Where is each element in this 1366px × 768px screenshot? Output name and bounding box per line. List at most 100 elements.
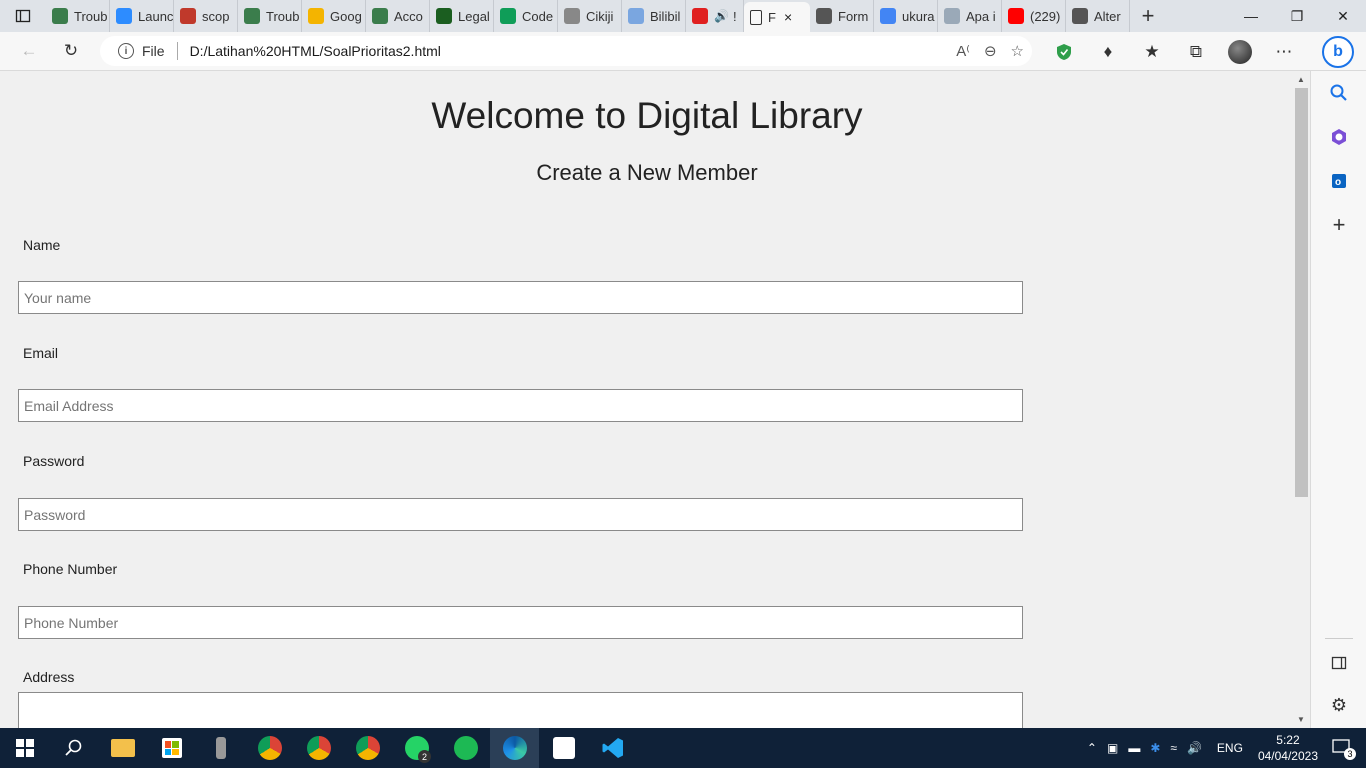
close-window-button[interactable]: ✕: [1320, 0, 1366, 32]
whatsapp-icon[interactable]: 2: [392, 728, 441, 768]
refresh-button[interactable]: ↻: [50, 33, 92, 69]
youtube-icon: [1008, 8, 1024, 24]
vscode-icon[interactable]: [588, 728, 637, 768]
url-divider: [176, 42, 178, 60]
email-input[interactable]: [18, 389, 1023, 422]
tv-icon: [628, 8, 644, 24]
edge-icon[interactable]: [490, 728, 539, 768]
tab-2[interactable]: scop: [174, 0, 238, 32]
chrome-profile-2-icon[interactable]: [343, 728, 392, 768]
page-icon: [816, 8, 832, 24]
show-hidden-icons-icon[interactable]: ⌃: [1087, 741, 1097, 755]
tab-1[interactable]: Launc: [110, 0, 174, 32]
profile-avatar[interactable]: [1218, 34, 1262, 70]
clock-time: 5:22: [1276, 733, 1300, 747]
tab-3[interactable]: Troub: [238, 0, 302, 32]
scrollbar-thumb[interactable]: [1295, 88, 1308, 497]
taskbar-search-icon[interactable]: [49, 728, 98, 768]
tab-7[interactable]: Code: [494, 0, 558, 32]
collections-icon[interactable]: ⧉: [1174, 34, 1218, 70]
tab-actions-button[interactable]: [0, 0, 46, 32]
password-input[interactable]: [18, 498, 1023, 531]
tab-after-1[interactable]: ukura: [874, 0, 938, 32]
tab-4[interactable]: Goog: [302, 0, 366, 32]
spotify-icon[interactable]: [441, 728, 490, 768]
tab-10[interactable]: 🔊!: [686, 0, 744, 32]
tab-label: !: [732, 8, 737, 24]
tab-label: Cikiji: [586, 8, 614, 24]
store-icon[interactable]: [147, 728, 196, 768]
name-label: Name: [23, 237, 61, 253]
tab-label: (229): [1030, 8, 1061, 24]
plus-icon: [500, 8, 516, 24]
tab-after-4[interactable]: Alter: [1066, 0, 1130, 32]
add-favorite-icon[interactable]: ☆: [1011, 42, 1024, 60]
tab-label: Troub: [74, 8, 108, 24]
search-icon[interactable]: [1311, 71, 1366, 115]
clock[interactable]: 5:22 04/04/2023: [1258, 732, 1318, 764]
scroll-down-icon[interactable]: ▼: [1297, 715, 1305, 724]
address-bar[interactable]: i File D:/Latihan%20HTML/SoalPrioritas2.…: [100, 36, 1032, 66]
phone-input[interactable]: [18, 606, 1023, 639]
favorites-icon[interactable]: ★: [1130, 34, 1174, 70]
read-aloud-icon[interactable]: A⁽: [956, 42, 970, 60]
outlook-icon[interactable]: o: [1311, 159, 1366, 203]
tab-8[interactable]: Cikiji: [558, 0, 622, 32]
zoom-out-icon[interactable]: ⊖: [984, 42, 997, 60]
chrome-icon[interactable]: [245, 728, 294, 768]
tab-5[interactable]: Acco: [366, 0, 430, 32]
notifications-button[interactable]: 3: [1332, 739, 1356, 760]
media-player-icon[interactable]: [196, 728, 245, 768]
notion-icon[interactable]: [539, 728, 588, 768]
tab-label: Acco: [394, 8, 423, 24]
tab-after-2[interactable]: Apa i: [938, 0, 1002, 32]
add-sidebar-app-icon[interactable]: +: [1311, 203, 1366, 247]
tab-6[interactable]: Legal: [430, 0, 494, 32]
bluetooth-icon[interactable]: ✱: [1150, 741, 1160, 755]
info-icon[interactable]: i: [118, 43, 134, 59]
storage-icon[interactable]: ▬: [1128, 741, 1140, 755]
page-icon: [1072, 8, 1088, 24]
tab-active[interactable]: F ×: [744, 2, 810, 32]
system-tray: ⌃ ▣ ▬ ✱ ≈ 🔊 ENG 5:22 04/04/2023 3: [1082, 728, 1366, 768]
address-textarea[interactable]: [18, 692, 1023, 728]
volume-icon[interactable]: 🔊: [1187, 741, 1202, 755]
tab-9[interactable]: Bilibil: [622, 0, 686, 32]
tab-0[interactable]: Troub: [46, 0, 110, 32]
language-indicator[interactable]: ENG: [1217, 741, 1243, 755]
wifi-icon[interactable]: ≈: [1170, 741, 1177, 755]
file-explorer-icon[interactable]: [98, 728, 147, 768]
name-input[interactable]: [18, 281, 1023, 314]
new-tab-button[interactable]: +: [1130, 3, 1166, 29]
extensions-icon[interactable]: ♦: [1086, 34, 1130, 70]
meet-now-icon[interactable]: ▣: [1107, 741, 1118, 755]
chain-icon: [564, 8, 580, 24]
url-text[interactable]: D:/Latihan%20HTML/SoalPrioritas2.html: [190, 43, 441, 59]
office-icon[interactable]: [1311, 115, 1366, 159]
restore-button[interactable]: ❐: [1274, 0, 1320, 32]
leaf-icon: [436, 8, 452, 24]
start-button[interactable]: [0, 728, 49, 768]
close-tab-icon[interactable]: ×: [784, 9, 792, 25]
windows-taskbar: 2 ⌃ ▣ ▬ ✱ ≈ 🔊 ENG 5:22 04/04/2023 3: [0, 728, 1366, 768]
settings-icon[interactable]: ⚙: [1311, 683, 1366, 727]
tab-label: Troub: [266, 8, 300, 24]
tab-audio-icon[interactable]: 🔊: [714, 9, 729, 23]
tab-after-3[interactable]: (229): [1002, 0, 1066, 32]
notification-count: 3: [1344, 748, 1356, 760]
page-scrollbar[interactable]: ▲ ▼: [1294, 71, 1310, 728]
tab-label: Launc: [138, 8, 174, 24]
more-options-icon[interactable]: ⋯: [1262, 34, 1306, 70]
scroll-up-icon[interactable]: ▲: [1297, 75, 1305, 84]
tab-strip: Troub Launc scop Troub Goog Acco Legal Code Ciki…: [0, 0, 1366, 32]
shield-extension-icon[interactable]: [1042, 34, 1086, 70]
minimize-button[interactable]: —: [1228, 0, 1274, 32]
house-icon: [944, 8, 960, 24]
bing-chat-icon[interactable]: b: [1322, 36, 1354, 68]
tab-after-0[interactable]: Form: [810, 0, 874, 32]
tab-actions-icon: [15, 9, 31, 23]
chrome-profile-icon[interactable]: [294, 728, 343, 768]
back-button[interactable]: ←: [8, 33, 50, 69]
phone-label: Phone Number: [23, 561, 118, 577]
hide-sidebar-icon[interactable]: [1311, 641, 1366, 685]
